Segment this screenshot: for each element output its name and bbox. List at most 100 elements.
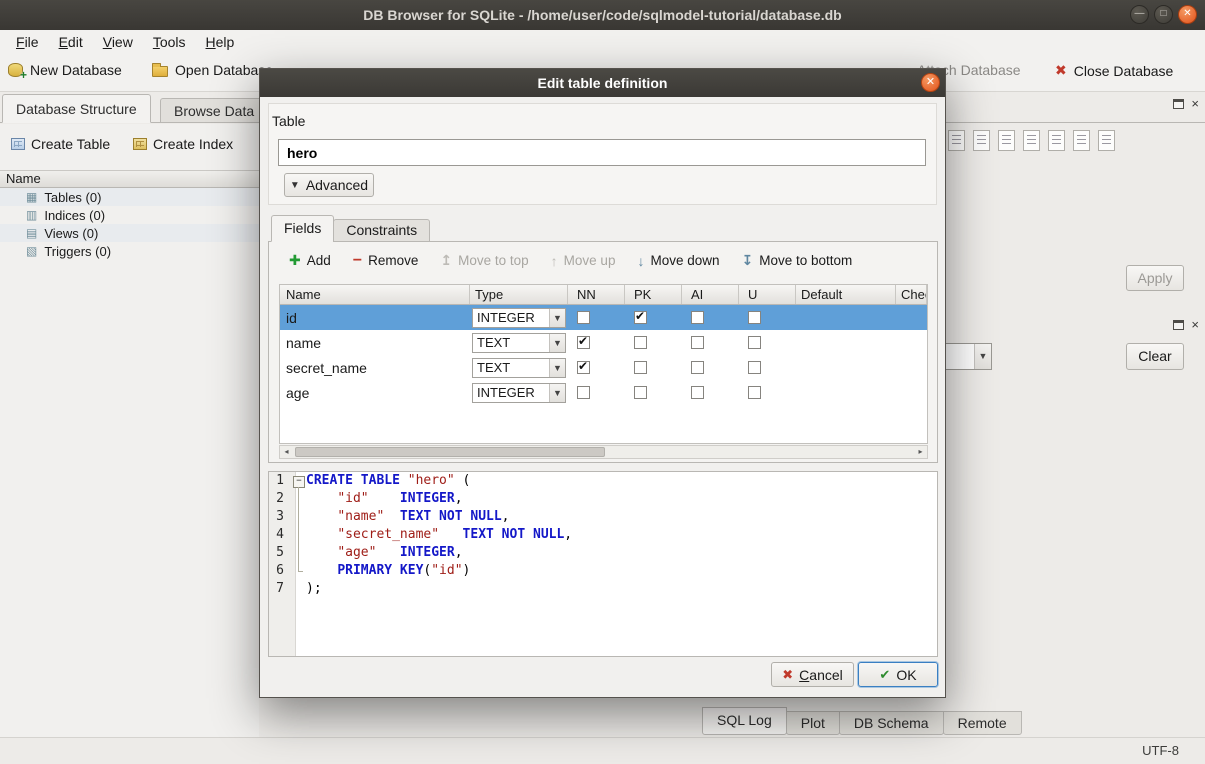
clear-button[interactable]: Clear xyxy=(1126,343,1184,370)
u-checkbox[interactable] xyxy=(748,336,761,349)
tree-item-indices[interactable]: ▥ Indices (0) xyxy=(0,206,259,224)
maximize-button[interactable]: □ xyxy=(1154,5,1173,24)
close-dock-icon[interactable]: × xyxy=(1191,320,1199,330)
ai-checkbox[interactable] xyxy=(691,386,704,399)
create-index-button[interactable]: Create Index xyxy=(128,133,238,155)
table-name-input[interactable] xyxy=(278,139,926,166)
float-dock-icon[interactable] xyxy=(1173,99,1184,109)
field-row-id[interactable]: id INTEGER ▼ xyxy=(280,305,927,330)
field-row-name[interactable]: name TEXT ▼ xyxy=(280,330,927,355)
move-to-bottom-button[interactable]: ↧ Move to bottom xyxy=(737,250,858,271)
sql-preview[interactable]: 1CREATE TABLE "hero" (2 "id" INTEGER,3 "… xyxy=(268,471,938,657)
type-dropdown[interactable]: INTEGER ▼ xyxy=(472,383,566,403)
close-dock-icon[interactable]: × xyxy=(1191,99,1199,109)
ai-checkbox[interactable] xyxy=(691,311,704,324)
pk-checkbox[interactable] xyxy=(634,361,647,374)
minimize-button[interactable]: — xyxy=(1130,5,1149,24)
close-database-button[interactable]: ✖ Close Database xyxy=(1055,62,1173,79)
panel-icon[interactable] xyxy=(1073,130,1090,151)
dialog-close-button[interactable]: ✕ xyxy=(921,73,940,92)
menu-view[interactable]: View xyxy=(93,32,143,52)
panel-icon[interactable] xyxy=(1098,130,1115,151)
tab-sql-log[interactable]: SQL Log xyxy=(702,707,787,735)
ok-button[interactable]: ✔ OK xyxy=(858,662,938,687)
window-titlebar[interactable]: DB Browser for SQLite - /home/user/code/… xyxy=(0,0,1205,30)
default-cell[interactable] xyxy=(796,305,896,330)
scroll-right-icon[interactable]: ▸ xyxy=(914,446,927,458)
type-dropdown[interactable]: TEXT ▼ xyxy=(472,358,566,378)
panel-icon[interactable] xyxy=(1023,130,1040,151)
float-dock-icon[interactable] xyxy=(1173,320,1184,330)
tab-database-structure[interactable]: Database Structure xyxy=(2,94,151,123)
create-table-button[interactable]: Create Table xyxy=(6,133,115,155)
tree-item-triggers[interactable]: ▧ Triggers (0) xyxy=(0,242,259,260)
default-cell[interactable] xyxy=(796,380,896,405)
tab-remote[interactable]: Remote xyxy=(943,711,1022,735)
tab-db-schema[interactable]: DB Schema xyxy=(839,711,944,735)
check-cell[interactable] xyxy=(896,305,927,330)
u-checkbox[interactable] xyxy=(748,311,761,324)
col-nn[interactable]: NN xyxy=(568,285,625,304)
dialog-titlebar[interactable]: Edit table definition ✕ xyxy=(260,69,945,97)
close-button[interactable]: ✕ xyxy=(1178,5,1197,24)
check-cell[interactable] xyxy=(896,355,927,380)
new-database-button[interactable]: New Database xyxy=(8,62,122,78)
scrollbar-thumb[interactable] xyxy=(295,447,605,457)
field-name-cell[interactable]: name xyxy=(280,330,470,355)
field-name-cell[interactable]: id xyxy=(280,305,470,330)
ai-checkbox[interactable] xyxy=(691,336,704,349)
u-checkbox[interactable] xyxy=(748,386,761,399)
field-row-age[interactable]: age INTEGER ▼ xyxy=(280,380,927,405)
type-dropdown[interactable]: TEXT ▼ xyxy=(472,333,566,353)
ai-checkbox[interactable] xyxy=(691,361,704,374)
type-dropdown[interactable]: INTEGER ▼ xyxy=(472,308,566,328)
field-row-secret-name[interactable]: secret_name TEXT ▼ xyxy=(280,355,927,380)
panel-icon[interactable] xyxy=(1048,130,1065,151)
pk-checkbox[interactable] xyxy=(634,386,647,399)
tab-browse-data[interactable]: Browse Data xyxy=(160,98,268,123)
default-cell[interactable] xyxy=(796,330,896,355)
nn-checkbox[interactable] xyxy=(577,361,590,374)
panel-icon[interactable] xyxy=(998,130,1015,151)
nn-checkbox[interactable] xyxy=(577,311,590,324)
col-name[interactable]: Name xyxy=(280,285,470,304)
default-cell[interactable] xyxy=(796,355,896,380)
nn-checkbox[interactable] xyxy=(577,386,590,399)
col-pk[interactable]: PK xyxy=(625,285,682,304)
field-name-cell[interactable]: age xyxy=(280,380,470,405)
check-cell[interactable] xyxy=(896,380,927,405)
col-ai[interactable]: AI xyxy=(682,285,739,304)
apply-button[interactable]: Apply xyxy=(1126,265,1184,291)
remove-field-button[interactable]: − Remove xyxy=(348,251,424,270)
tab-plot[interactable]: Plot xyxy=(786,711,840,735)
nn-checkbox[interactable] xyxy=(577,336,590,349)
pk-checkbox[interactable] xyxy=(634,336,647,349)
open-database-button[interactable]: Open Database xyxy=(152,62,273,78)
move-down-button[interactable]: ↓ Move down xyxy=(632,251,724,271)
field-name-cell[interactable]: secret_name xyxy=(280,355,470,380)
cancel-button[interactable]: ✖ Cancel xyxy=(771,662,854,687)
menu-file[interactable]: File xyxy=(6,32,49,52)
menu-help[interactable]: Help xyxy=(196,32,245,52)
menu-tools[interactable]: Tools xyxy=(143,32,196,52)
col-default[interactable]: Default xyxy=(796,285,896,304)
panel-icon[interactable] xyxy=(973,130,990,151)
tree-item-tables[interactable]: ▦ Tables (0) xyxy=(0,188,259,206)
filter-dropdown[interactable]: ▼ xyxy=(944,343,992,370)
col-check[interactable]: Check xyxy=(896,285,927,304)
col-type[interactable]: Type xyxy=(470,285,568,304)
move-to-top-button[interactable]: ↥ Move to top xyxy=(435,250,533,271)
check-cell[interactable] xyxy=(896,330,927,355)
menu-edit[interactable]: Edit xyxy=(49,32,93,52)
scroll-left-icon[interactable]: ◂ xyxy=(280,446,293,458)
tree-item-views[interactable]: ▤ Views (0) xyxy=(0,224,259,242)
add-field-button[interactable]: ✚ Add xyxy=(284,250,336,271)
panel-icon[interactable] xyxy=(948,130,965,151)
tab-fields[interactable]: Fields xyxy=(271,215,334,242)
advanced-toggle-button[interactable]: ▼ Advanced xyxy=(284,173,374,197)
move-up-button[interactable]: ↑ Move up xyxy=(546,251,621,271)
col-u[interactable]: U xyxy=(739,285,796,304)
tab-constraints[interactable]: Constraints xyxy=(333,219,430,242)
pk-checkbox[interactable] xyxy=(634,311,647,324)
u-checkbox[interactable] xyxy=(748,361,761,374)
